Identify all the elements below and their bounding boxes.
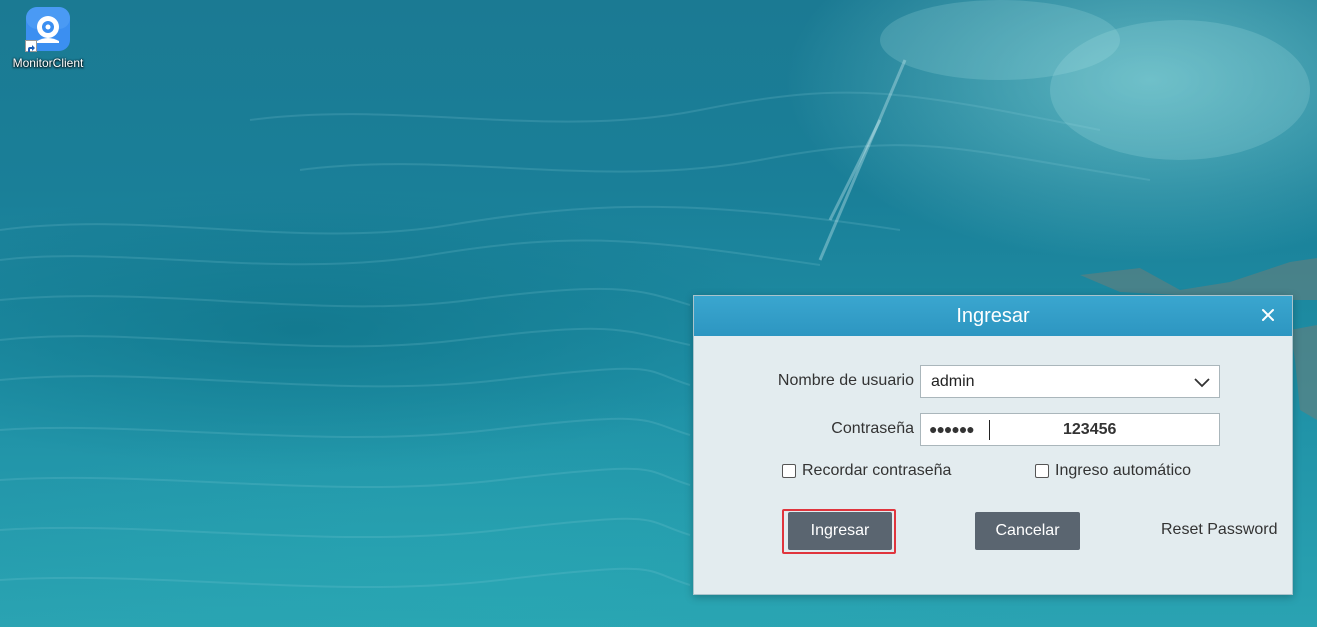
remember-password-label: Recordar contraseña [802,462,952,479]
close-icon[interactable] [1258,305,1278,325]
cancel-button[interactable]: Cancelar [975,512,1080,550]
chevron-down-icon[interactable] [1193,373,1211,391]
remember-password-checkbox[interactable] [782,464,796,478]
dialog-header: Ingresar [694,296,1292,336]
text-caret [989,420,990,440]
auto-login-option[interactable]: Ingreso automático [1035,460,1191,482]
login-button[interactable]: Ingresar [788,512,892,550]
login-dialog: Ingresar Nombre de usuario admin Contras… [693,295,1293,595]
reset-password-link[interactable]: Reset Password [1161,521,1278,539]
shortcut-arrow-icon [25,40,37,52]
password-masked-value: ●●●●●● [929,421,975,437]
username-value: admin [931,373,975,390]
username-label: Nombre de usuario [777,372,914,389]
password-field[interactable]: ●●●●●● 123456 [920,413,1220,446]
auto-login-label: Ingreso automático [1055,462,1192,479]
dialog-title: Ingresar [956,305,1030,327]
password-annotation: 123456 [1063,421,1117,438]
monitor-client-app-icon [25,6,71,52]
desktop-shortcut-monitorclient[interactable]: MonitorClient [6,6,90,70]
password-label: Contraseña [831,420,914,437]
desktop-icon-label: MonitorClient [12,56,84,70]
auto-login-checkbox[interactable] [1035,464,1049,478]
remember-password-option[interactable]: Recordar contraseña [782,460,951,482]
username-select[interactable]: admin [920,365,1220,398]
